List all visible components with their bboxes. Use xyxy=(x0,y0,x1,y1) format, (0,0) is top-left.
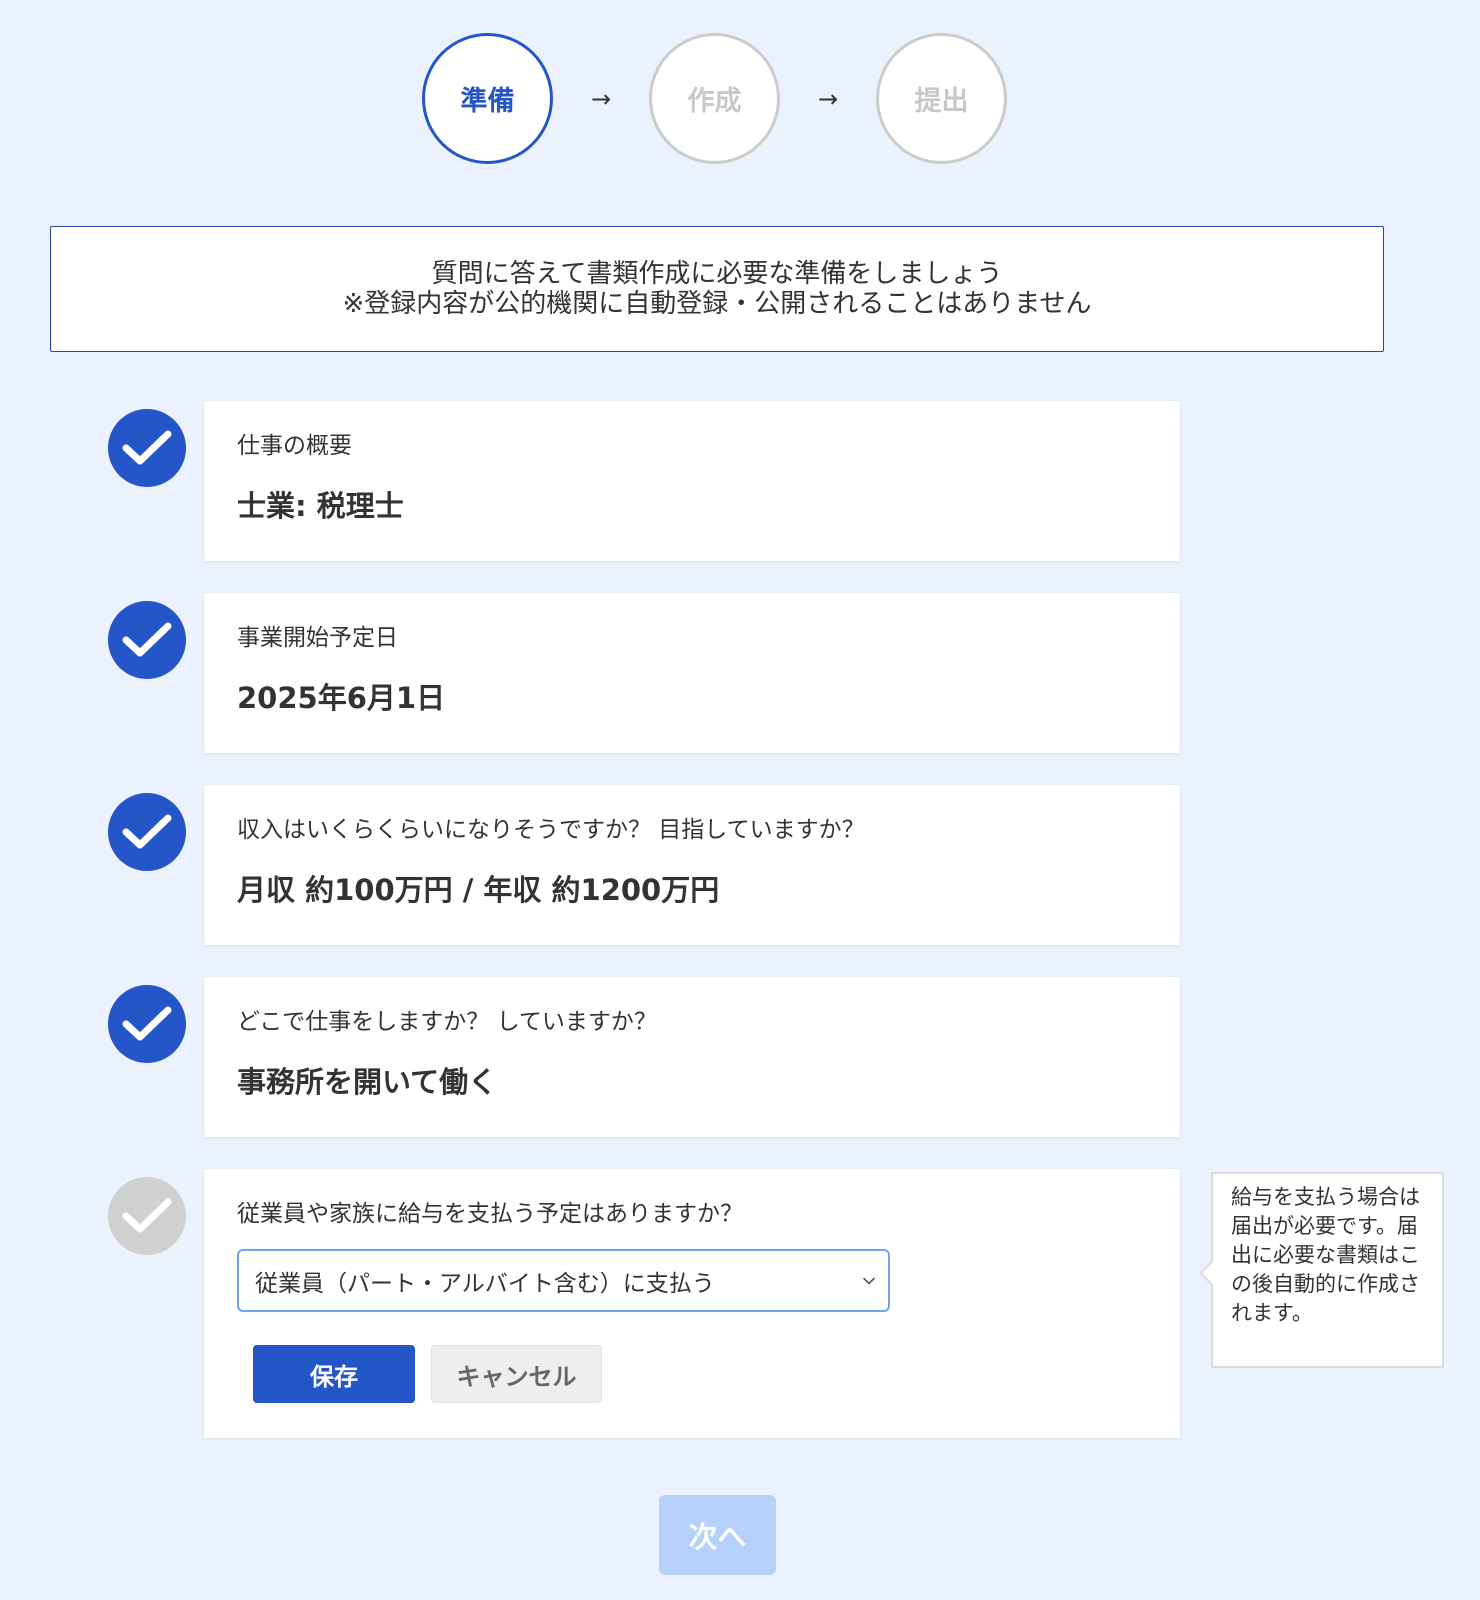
question-text: 事業開始予定日 xyxy=(237,625,398,651)
chevron-down-icon xyxy=(863,1277,875,1284)
next-button[interactable]: 次へ xyxy=(659,1495,776,1575)
check-icon xyxy=(108,601,186,679)
question-text: 収入はいくらくらいになりそうですか？ 目指していますか？ xyxy=(237,817,865,843)
notice-line-2: ※登録内容が公的機関に自動登録・公開されることはありません xyxy=(342,289,1092,319)
step-preparation: 準備 xyxy=(422,33,553,164)
step-submission: 提出 xyxy=(876,33,1007,164)
question-card[interactable]: どこで仕事をしますか？ していますか？ 事務所を開いて働く xyxy=(204,977,1180,1137)
progress-stepper: 準備 → 作成 → 提出 xyxy=(422,33,1007,164)
step-creation: 作成 xyxy=(649,33,780,164)
cancel-button[interactable]: キャンセル xyxy=(431,1345,602,1403)
answer-text: 事務所を開いて働く xyxy=(237,1065,498,1099)
step-arrow-icon: → xyxy=(590,84,612,113)
answer-text: 士業: 税理士 xyxy=(237,489,404,523)
question-row: 事業開始予定日 2025年6月1日 xyxy=(108,593,1184,753)
question-text: 仕事の概要 xyxy=(237,433,352,459)
tooltip-text: 給与を支払う場合は届出が必要です。届出に必要な書類はこの後自動的に作成されます。 xyxy=(1231,1185,1420,1325)
question-row: どこで仕事をしますか？ していますか？ 事務所を開いて働く xyxy=(108,977,1184,1137)
notice-box: 質問に答えて書類作成に必要な準備をしましょう ※登録内容が公的機関に自動登録・公… xyxy=(50,226,1384,352)
answer-text: 月収 約100万円 / 年収 約1200万円 xyxy=(237,873,720,907)
salary-payment-select[interactable]: 従業員（パート・アルバイト含む）に支払う xyxy=(237,1249,890,1312)
question-text: 従業員や家族に給与を支払う予定はありますか？ xyxy=(237,1201,743,1227)
step-label: 準備 xyxy=(460,86,515,117)
question-text: どこで仕事をしますか？ していますか？ xyxy=(237,1009,657,1035)
save-button[interactable]: 保存 xyxy=(253,1345,415,1403)
question-list: 仕事の概要 士業: 税理士 事業開始予定日 2025年6月1日 収入はいくらくら… xyxy=(108,401,1184,1470)
question-row: 仕事の概要 士業: 税理士 xyxy=(108,401,1184,561)
answer-text: 2025年6月1日 xyxy=(237,681,446,715)
step-label: 作成 xyxy=(687,86,742,117)
card-actions: 保存 キャンセル xyxy=(253,1345,1148,1403)
check-icon xyxy=(108,985,186,1063)
check-icon xyxy=(108,409,186,487)
help-tooltip: 給与を支払う場合は届出が必要です。届出に必要な書類はこの後自動的に作成されます。 xyxy=(1199,1172,1444,1368)
question-row: 収入はいくらくらいになりそうですか？ 目指していますか？ 月収 約100万円 /… xyxy=(108,785,1184,945)
question-row: 従業員や家族に給与を支払う予定はありますか？ 従業員（パート・アルバイト含む）に… xyxy=(108,1169,1184,1438)
check-icon xyxy=(108,793,186,871)
step-arrow-icon: → xyxy=(817,84,839,113)
question-card[interactable]: 事業開始予定日 2025年6月1日 xyxy=(204,593,1180,753)
question-card[interactable]: 収入はいくらくらいになりそうですか？ 目指していますか？ 月収 約100万円 /… xyxy=(204,785,1180,945)
step-label: 提出 xyxy=(914,86,969,117)
select-value: 従業員（パート・アルバイト含む）に支払う xyxy=(255,1270,715,1297)
question-card-editing: 従業員や家族に給与を支払う予定はありますか？ 従業員（パート・アルバイト含む）に… xyxy=(204,1169,1180,1438)
check-icon xyxy=(108,1177,186,1255)
notice-line-1: 質問に答えて書類作成に必要な準備をしましょう xyxy=(431,259,1003,289)
question-card[interactable]: 仕事の概要 士業: 税理士 xyxy=(204,401,1180,561)
